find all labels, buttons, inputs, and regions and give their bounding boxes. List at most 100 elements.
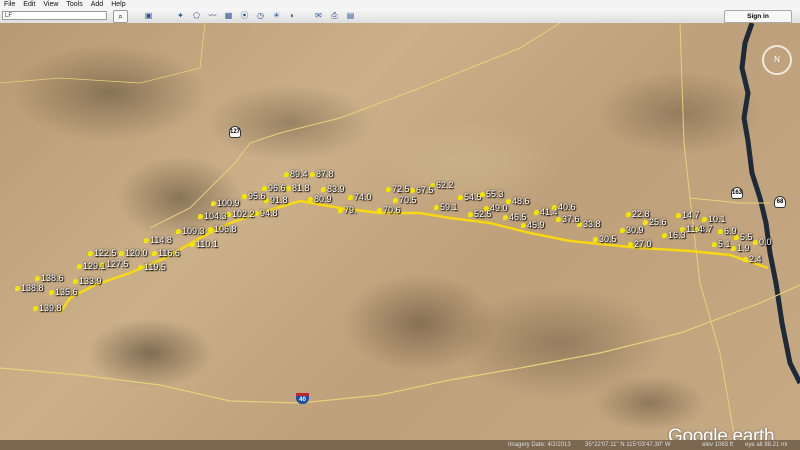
pushpin-icon (33, 306, 38, 312)
marker-38-label: 87.8 (316, 169, 334, 179)
menu-tools[interactable]: Tools (62, 0, 86, 9)
pushpin-icon (718, 229, 723, 235)
marker-22-label: 48.6 (512, 196, 530, 206)
marker-41[interactable]: 94.8 (254, 209, 278, 218)
marker-20[interactable]: 45.9 (521, 221, 545, 230)
pushpin-icon (152, 251, 157, 257)
sign-in-button[interactable]: Sign in (724, 10, 792, 23)
menu-edit[interactable]: Edit (19, 0, 39, 9)
tour-icon: ⦿ (240, 11, 249, 20)
pushpin-icon (338, 208, 343, 214)
marker-47[interactable]: 106.8 (208, 225, 237, 234)
marker-57[interactable]: 133.9 (73, 277, 102, 286)
marker-49-label: 110.1 (196, 239, 218, 249)
historical-imagery-button[interactable]: ◷ (254, 10, 267, 21)
marker-44[interactable]: 100.9 (211, 199, 240, 208)
marker-17[interactable]: 37.6 (556, 215, 580, 224)
marker-51[interactable]: 116.6 (152, 249, 180, 258)
marker-24[interactable]: 52.5 (468, 210, 492, 219)
navigation-compass[interactable]: N (762, 45, 792, 75)
marker-38[interactable]: 87.8 (310, 170, 334, 179)
search-input[interactable]: LF (2, 11, 107, 20)
add-polygon-button[interactable]: ⬠ (190, 10, 203, 21)
marker-46[interactable]: 104.3 (198, 212, 227, 221)
marker-59[interactable]: 138.6 (35, 274, 64, 283)
email-button[interactable]: ✉ (312, 10, 325, 21)
marker-21-label: 46.5 (509, 212, 527, 222)
marker-25[interactable]: 54.5 (458, 193, 482, 202)
marker-9[interactable]: 14.7 (676, 211, 700, 220)
marker-19[interactable]: 41.4 (534, 208, 558, 217)
marker-2[interactable]: 2.4 (743, 255, 762, 264)
marker-22[interactable]: 48.6 (506, 197, 530, 206)
planet-icon: ◐ (290, 11, 295, 20)
pushpin-icon (626, 212, 631, 218)
marker-10[interactable]: 16.3 (662, 231, 686, 240)
pushpin-icon (410, 188, 415, 194)
record-tour-button[interactable]: ⦿ (238, 10, 251, 21)
road-route-163 (679, 23, 770, 204)
marker-0[interactable]: 0.0 (753, 238, 772, 247)
marker-31[interactable]: 70.6 (377, 206, 401, 215)
view-in-maps-button[interactable]: ▤ (344, 10, 357, 21)
marker-16[interactable]: 33.8 (577, 220, 601, 229)
marker-26[interactable]: 55.3 (480, 190, 504, 199)
add-placemark-button[interactable]: ✦ (174, 10, 187, 21)
marker-60[interactable]: 138.8 (15, 284, 44, 293)
add-overlay-button[interactable]: ▦ (222, 10, 235, 21)
print-button[interactable]: ⎙ (328, 10, 341, 21)
marker-7[interactable]: 10.1 (702, 215, 726, 224)
planet-button[interactable]: ◐ (286, 10, 299, 21)
marker-56[interactable]: 129.1 (77, 262, 106, 271)
marker-52[interactable]: 119.5 (138, 263, 166, 272)
marker-15[interactable]: 30.9 (620, 226, 644, 235)
add-path-button[interactable]: 〰 (206, 10, 219, 21)
marker-54[interactable]: 122.5 (88, 249, 117, 258)
marker-14[interactable]: 30.5 (593, 235, 617, 244)
marker-40[interactable]: 91.8 (264, 196, 288, 205)
marker-42[interactable]: 95.6 (242, 192, 266, 201)
marker-29[interactable]: 67.5 (410, 186, 434, 195)
marker-29-label: 67.5 (416, 185, 434, 195)
pushpin-icon (556, 217, 561, 223)
marker-34[interactable]: 79. (338, 206, 357, 215)
marker-36[interactable]: 81.8 (286, 184, 310, 193)
marker-50[interactable]: 114.8 (144, 236, 172, 245)
pushpin-icon (138, 265, 143, 271)
marker-30[interactable]: 70.5 (393, 196, 417, 205)
menu-file[interactable]: File (0, 0, 19, 9)
menu-help[interactable]: Help (107, 0, 129, 9)
marker-61[interactable]: 139.8 (33, 304, 62, 313)
marker-34-label: 79. (344, 205, 357, 215)
marker-37[interactable]: 83.9 (321, 185, 345, 194)
google-earth-logo: Google earth (668, 426, 775, 440)
marker-5[interactable]: 6.9 (718, 227, 737, 236)
marker-45[interactable]: 102.2 (226, 210, 255, 219)
marker-48[interactable]: 109.3 (176, 227, 205, 236)
marker-3[interactable]: 5.1 (712, 240, 731, 249)
pushpin-icon (712, 242, 717, 248)
sunlight-button[interactable]: ☀ (270, 10, 283, 21)
marker-1[interactable]: 1.9 (731, 244, 750, 253)
marker-53[interactable]: 120.0 (119, 249, 148, 258)
map-view[interactable]: 0.0 1.9 2.4 5.1 5.5 6.9 8.7 10.1 11.4 14… (0, 23, 800, 440)
marker-35[interactable]: 80.9 (308, 195, 332, 204)
marker-27[interactable]: 59.1 (434, 203, 458, 212)
sidebar-toggle-button[interactable]: ▣ (142, 10, 155, 21)
compass-icon: N (774, 55, 780, 64)
marker-39[interactable]: 89.4 (284, 170, 308, 179)
imagery-date: Imagery Date: 4/2/2013 (508, 442, 571, 448)
marker-39-label: 89.4 (290, 169, 308, 179)
marker-32[interactable]: 72.5 (386, 185, 410, 194)
marker-21[interactable]: 46.5 (503, 213, 527, 222)
marker-49[interactable]: 110.1 (190, 240, 218, 249)
marker-13[interactable]: 27.0 (628, 240, 652, 249)
search-button[interactable]: ⌕ (113, 10, 128, 23)
pushpin-icon (521, 223, 526, 229)
marker-43[interactable]: 96.6 (262, 184, 286, 193)
marker-58[interactable]: 135.6 (49, 288, 78, 297)
menu-view[interactable]: View (39, 0, 62, 9)
marker-33[interactable]: 74.0 (348, 193, 372, 202)
menu-add[interactable]: Add (87, 0, 107, 9)
marker-12[interactable]: 25.6 (643, 218, 667, 227)
